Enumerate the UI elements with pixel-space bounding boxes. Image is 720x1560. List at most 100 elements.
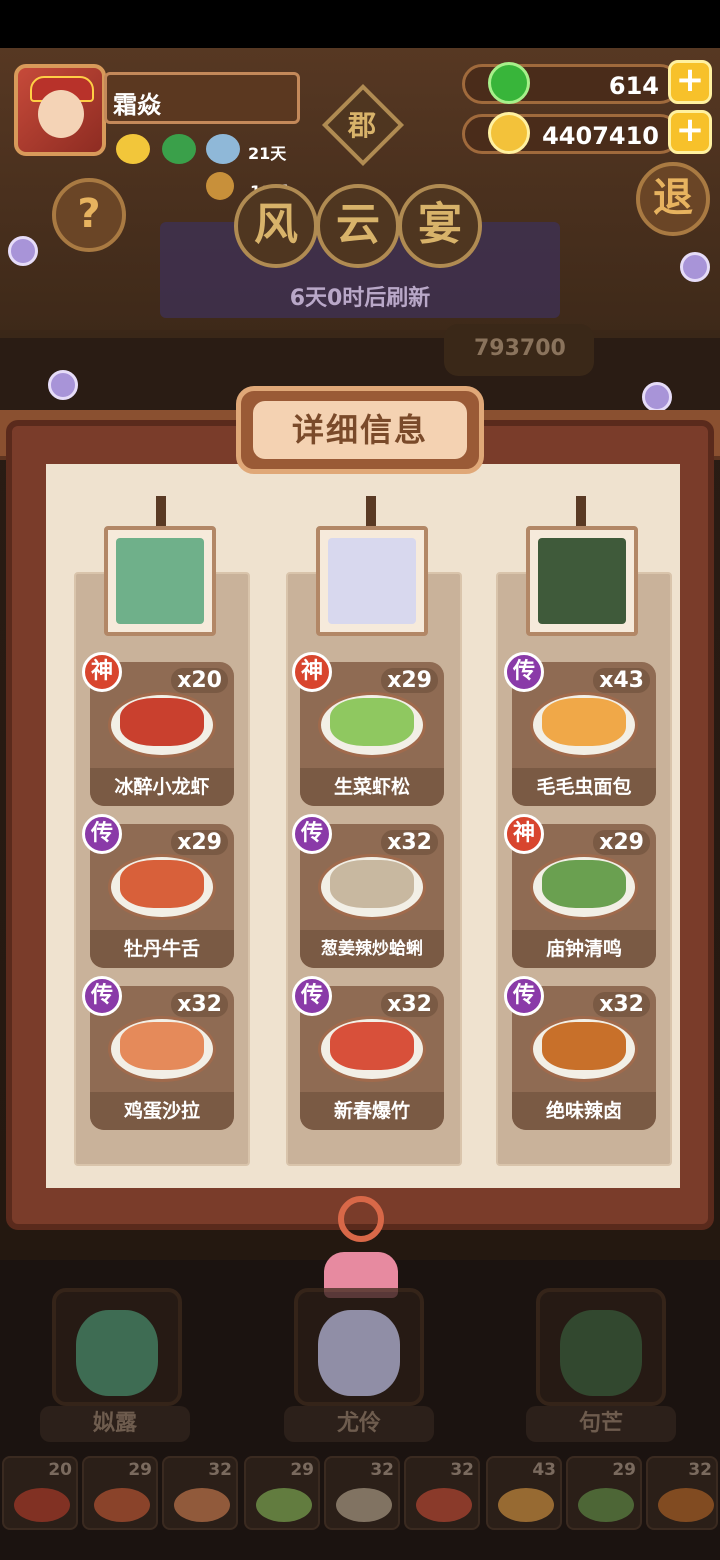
player-avatar[interactable] [14, 64, 106, 156]
title-char-2: 云 [316, 184, 400, 268]
dish-count: x32 [381, 992, 438, 1017]
dish-card[interactable]: x43 毛毛虫面包 传 [504, 652, 656, 806]
dish-slot[interactable]: 29 [82, 1456, 158, 1530]
dish-thumb [498, 1488, 554, 1522]
hero-portrait [560, 1310, 642, 1396]
dish-card[interactable]: x32 新春爆竹 传 [292, 976, 444, 1130]
rank-badge: 传 [504, 976, 544, 1016]
title-char-3: 宴 [398, 184, 482, 268]
dish-count: x29 [171, 830, 228, 855]
panel-title: 详细信息 [253, 401, 467, 459]
dish-count: x20 [171, 668, 228, 693]
dish-name: 生菜虾松 [300, 768, 444, 806]
dish-slot[interactable]: 43 [486, 1456, 562, 1530]
slot-count: 29 [128, 1460, 152, 1480]
slot-count: 29 [290, 1460, 314, 1480]
dish-image [542, 1022, 626, 1070]
dish-slot[interactable]: 20 [2, 1456, 78, 1530]
dish-thumb [336, 1488, 392, 1522]
dish-count: x29 [593, 830, 650, 855]
dish-name: 绝味辣卤 [512, 1092, 656, 1130]
dish-image [542, 860, 626, 908]
buff-duration-1: 21天 [248, 144, 287, 163]
jade-value: 614 [608, 72, 659, 100]
gold-coin-icon [488, 112, 530, 154]
refresh-timer: 6天0时后刷新 [289, 286, 431, 311]
dish-card[interactable]: x32 葱姜辣炒蛤蜊 传 [292, 814, 444, 968]
flower-decoration [680, 252, 710, 282]
dish-count: x32 [593, 992, 650, 1017]
rank-badge: 神 [292, 652, 332, 692]
dish-thumb [14, 1488, 70, 1522]
dish-card[interactable]: x32 绝味辣卤 传 [504, 976, 656, 1130]
dish-count: x32 [381, 830, 438, 855]
flower-decoration [48, 370, 78, 400]
hero-card-1[interactable] [52, 1288, 182, 1406]
dish-name: 新春爆竹 [300, 1092, 444, 1130]
dish-name: 冰醉小龙虾 [90, 768, 234, 806]
dish-image [120, 860, 204, 908]
exit-button[interactable]: 退 [636, 162, 710, 236]
dish-card[interactable]: x29 生菜虾松 神 [292, 652, 444, 806]
flower-decoration [8, 236, 38, 266]
slot-count: 43 [532, 1460, 556, 1480]
dish-image [330, 1022, 414, 1070]
dish-slot[interactable]: 29 [566, 1456, 642, 1530]
dish-name: 庙钟清鸣 [512, 930, 656, 968]
score-display: 793700 [444, 324, 594, 376]
player-name: 霜焱 [104, 72, 300, 124]
dish-name: 毛毛虫面包 [512, 768, 656, 806]
chef-portrait-1[interactable] [104, 526, 216, 636]
dish-count: x43 [593, 668, 650, 693]
title-char-1: 风 [234, 184, 318, 268]
dish-count: x29 [381, 668, 438, 693]
dish-slot[interactable]: 32 [162, 1456, 238, 1530]
rank-badge: 神 [504, 814, 544, 854]
dish-thumb [578, 1488, 634, 1522]
rank-badge: 传 [292, 814, 332, 854]
hero-portrait [76, 1310, 158, 1396]
hero-portrait [318, 1310, 400, 1396]
chef-face [538, 538, 626, 624]
dish-card[interactable]: x29 牡丹牛舌 传 [82, 814, 234, 968]
avatar-face [38, 90, 84, 138]
dish-count: x32 [171, 992, 228, 1017]
hero-card-2[interactable] [294, 1288, 424, 1406]
dish-thumb [416, 1488, 472, 1522]
chef-portrait-2[interactable] [316, 526, 428, 636]
status-bar [0, 0, 720, 48]
chef-face [116, 538, 204, 624]
slot-count: 20 [48, 1460, 72, 1480]
rank-badge: 传 [82, 976, 122, 1016]
hero-name-2: 尤伶 [284, 1406, 434, 1442]
jade-coin-icon [488, 62, 530, 104]
slot-count: 32 [208, 1460, 232, 1480]
dish-thumb [94, 1488, 150, 1522]
dish-card[interactable]: x29 庙钟清鸣 神 [504, 814, 656, 968]
dish-slot[interactable]: 32 [324, 1456, 400, 1530]
dish-card[interactable]: x32 鸡蛋沙拉 传 [82, 976, 234, 1130]
hero-card-3[interactable] [536, 1288, 666, 1406]
add-jade-button[interactable]: + [668, 60, 712, 104]
bowl-upgrade-icon [206, 134, 240, 164]
chef-face [328, 538, 416, 624]
add-gold-button[interactable]: + [668, 110, 712, 154]
slot-count: 32 [370, 1460, 394, 1480]
dish-name: 葱姜辣炒蛤蜊 [300, 930, 444, 968]
dish-thumb [658, 1488, 714, 1522]
help-button[interactable]: ? [52, 178, 126, 252]
dish-thumb [256, 1488, 312, 1522]
hero-name-3: 句芒 [526, 1406, 676, 1442]
dish-slot[interactable]: 32 [646, 1456, 718, 1530]
chef-portrait-3[interactable] [526, 526, 638, 636]
dish-image [120, 1022, 204, 1070]
key-upgrade-icon [206, 172, 234, 200]
dish-card[interactable]: x20 冰醉小龙虾 神 [82, 652, 234, 806]
rank-badge: 传 [504, 652, 544, 692]
knot-loop [338, 1196, 384, 1242]
dish-slot[interactable]: 29 [244, 1456, 320, 1530]
dish-image [542, 698, 626, 746]
chinese-knot-icon [322, 1196, 400, 1298]
dish-slot[interactable]: 32 [404, 1456, 480, 1530]
jade-upgrade-icon [162, 134, 196, 164]
